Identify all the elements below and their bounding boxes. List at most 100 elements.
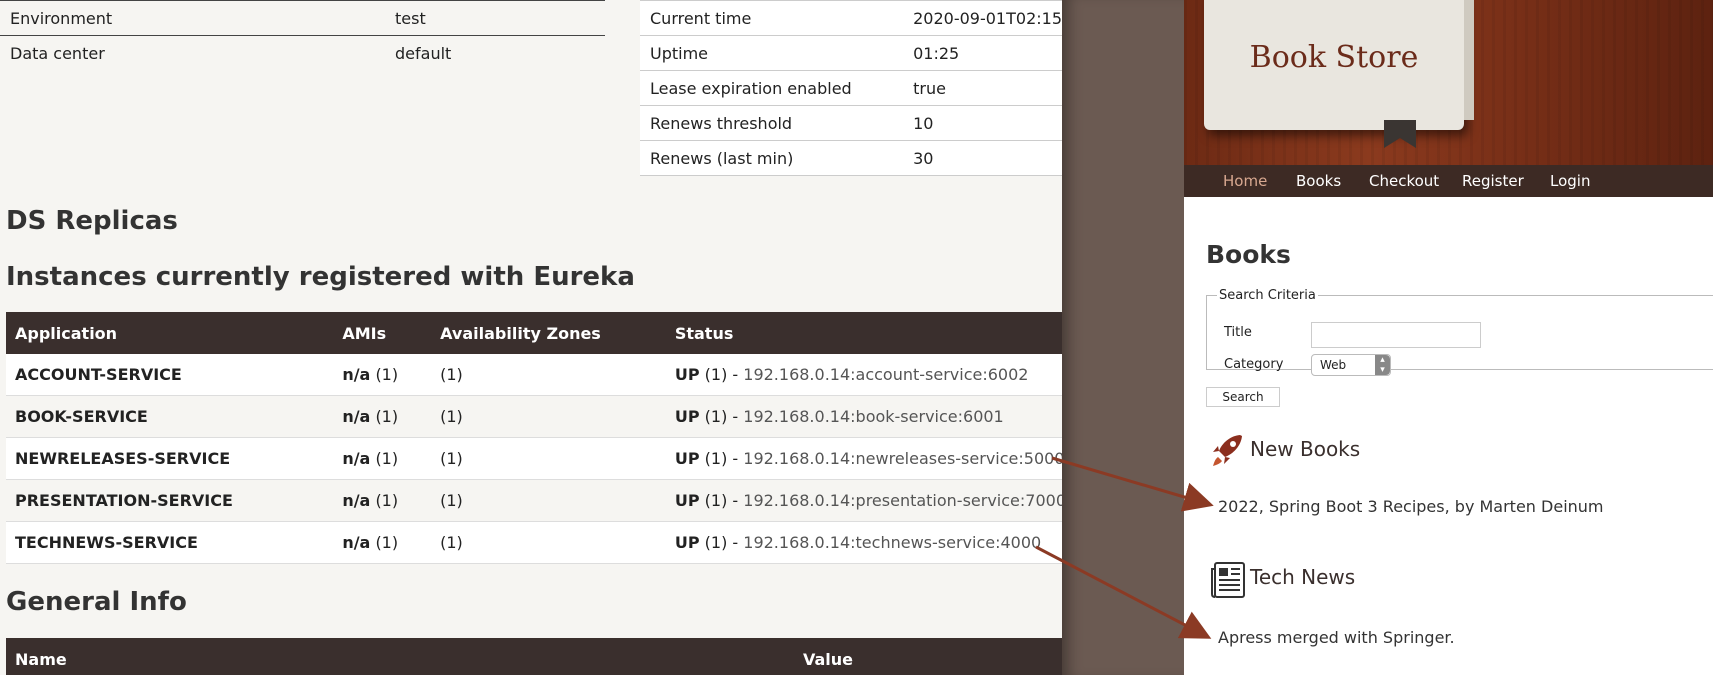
ami-count: (1) bbox=[375, 491, 399, 510]
status-table: Current time 2020-09-01T02:15 Uptime 01:… bbox=[640, 0, 1062, 176]
tech-news-item: Apress merged with Springer. bbox=[1218, 628, 1455, 647]
ami-label: n/a bbox=[342, 533, 371, 552]
status-value: 10 bbox=[903, 105, 1062, 141]
ami-label: n/a bbox=[342, 407, 371, 426]
banner-title: Book Store bbox=[1249, 40, 1419, 75]
amis-cell: n/a (1) bbox=[333, 354, 432, 396]
status-key: Renews (last min) bbox=[640, 140, 904, 176]
status-value: 2020-09-01T02:15 bbox=[903, 0, 1062, 36]
status-cell: UP (1) - 192.168.0.14:technews-service:4… bbox=[665, 521, 1062, 564]
zones-cell: (1) bbox=[431, 437, 666, 480]
status-count: (1) - bbox=[704, 533, 739, 552]
table-row: PRESENTATION-SERVICE n/a (1) (1) UP (1) … bbox=[6, 479, 1062, 522]
book-logo: Book Store bbox=[1204, 0, 1474, 130]
ami-count: (1) bbox=[375, 407, 399, 426]
status-up: UP bbox=[674, 533, 700, 552]
amis-cell: n/a (1) bbox=[333, 479, 432, 522]
general-info-header-row: Name Value bbox=[6, 638, 1062, 675]
nav-home[interactable]: Home bbox=[1223, 172, 1267, 190]
instance-link[interactable]: 192.168.0.14:presentation-service:7000 bbox=[743, 491, 1062, 510]
env-row: Data center default bbox=[0, 36, 605, 71]
page-title: Books bbox=[1206, 240, 1291, 269]
zones-cell: (1) bbox=[431, 395, 666, 438]
status-cell: UP (1) - 192.168.0.14:book-service:6001 bbox=[665, 395, 1062, 438]
category-label: Category bbox=[1224, 357, 1284, 372]
table-row: BOOK-SERVICE n/a (1) (1) UP (1) - 192.16… bbox=[6, 395, 1062, 438]
status-row: Uptime 01:25 bbox=[640, 35, 1062, 71]
status-up: UP bbox=[674, 365, 700, 384]
amis-cell: n/a (1) bbox=[333, 437, 432, 480]
nav-books[interactable]: Books bbox=[1296, 172, 1341, 190]
column-header-value: Value bbox=[803, 650, 854, 669]
instance-link[interactable]: 192.168.0.14:book-service:6001 bbox=[743, 407, 1003, 426]
zones-cell: (1) bbox=[431, 521, 666, 564]
bookmark-ribbon bbox=[1384, 120, 1416, 148]
title-label: Title bbox=[1224, 325, 1252, 340]
column-header-name: Name bbox=[15, 650, 67, 669]
store-banner: Book Store bbox=[1184, 0, 1713, 165]
zones-cell: (1) bbox=[431, 354, 666, 396]
status-cell: UP (1) - 192.168.0.14:account-service:60… bbox=[665, 354, 1062, 396]
instance-link[interactable]: 192.168.0.14:newreleases-service:5000 bbox=[743, 449, 1062, 468]
title-input[interactable] bbox=[1311, 322, 1481, 348]
divider-band bbox=[1062, 0, 1184, 675]
new-book-item: 2022, Spring Boot 3 Recipes, by Marten D… bbox=[1218, 497, 1604, 516]
nav-checkout[interactable]: Checkout bbox=[1369, 172, 1439, 190]
env-value: test bbox=[385, 0, 605, 36]
environment-table: Environment test Data center default bbox=[0, 0, 605, 70]
table-row: ACCOUNT-SERVICE n/a (1) (1) UP (1) - 192… bbox=[6, 354, 1062, 396]
status-up: UP bbox=[674, 449, 700, 468]
instances-table: Application AMIs Availability Zones Stat… bbox=[6, 312, 1062, 564]
rocket-icon bbox=[1213, 435, 1242, 466]
general-info-heading: General Info bbox=[6, 587, 187, 617]
status-value: 01:25 bbox=[903, 35, 1062, 71]
column-header-status: Status bbox=[665, 312, 1062, 354]
status-key: Lease expiration enabled bbox=[640, 70, 904, 106]
status-up: UP bbox=[674, 491, 700, 510]
application-name: ACCOUNT-SERVICE bbox=[6, 354, 334, 396]
application-name: PRESENTATION-SERVICE bbox=[6, 479, 334, 522]
instances-heading: Instances currently registered with Eure… bbox=[6, 262, 635, 292]
search-button[interactable]: Search bbox=[1206, 387, 1280, 407]
search-criteria: Search Criteria Title Category Web ▴ ▾ bbox=[1206, 288, 1713, 376]
column-header-amis: AMIs bbox=[333, 312, 432, 354]
category-value: Web bbox=[1320, 358, 1347, 372]
status-key: Current time bbox=[640, 0, 904, 36]
nav-register[interactable]: Register bbox=[1462, 172, 1524, 190]
new-books-heading: New Books bbox=[1250, 437, 1361, 461]
status-cell: UP (1) - 192.168.0.14:newreleases-servic… bbox=[665, 437, 1062, 480]
ami-label: n/a bbox=[342, 491, 371, 510]
main-nav: Home Books Checkout Register Login bbox=[1184, 165, 1713, 197]
application-name: NEWRELEASES-SERVICE bbox=[6, 437, 334, 480]
nav-login[interactable]: Login bbox=[1550, 172, 1590, 190]
status-count: (1) - bbox=[704, 449, 739, 468]
ami-label: n/a bbox=[342, 365, 371, 384]
select-arrows-icon: ▴ ▾ bbox=[1375, 355, 1390, 375]
ds-replicas-heading: DS Replicas bbox=[6, 206, 178, 236]
instance-link[interactable]: 192.168.0.14:technews-service:4000 bbox=[743, 533, 1041, 552]
column-header-availability-zones: Availability Zones bbox=[431, 312, 666, 354]
category-select[interactable]: Web ▴ ▾ bbox=[1311, 354, 1391, 376]
tech-news-heading: Tech News bbox=[1250, 565, 1356, 589]
eureka-dashboard: Environment test Data center default Cur… bbox=[0, 0, 1062, 675]
ami-count: (1) bbox=[375, 449, 399, 468]
env-value: default bbox=[395, 43, 452, 63]
amis-cell: n/a (1) bbox=[333, 395, 432, 438]
env-key: Data center bbox=[10, 43, 105, 63]
status-row: Lease expiration enabled true bbox=[640, 70, 1062, 106]
status-row: Current time 2020-09-01T02:15 bbox=[640, 0, 1062, 36]
ami-label: n/a bbox=[342, 449, 371, 468]
ami-count: (1) bbox=[375, 365, 399, 384]
status-cell: UP (1) - 192.168.0.14:presentation-servi… bbox=[665, 479, 1062, 522]
table-row: NEWRELEASES-SERVICE n/a (1) (1) UP (1) -… bbox=[6, 437, 1062, 480]
zones-cell: (1) bbox=[431, 479, 666, 522]
status-key: Uptime bbox=[640, 35, 904, 71]
application-name: TECHNEWS-SERVICE bbox=[6, 521, 334, 564]
env-key: Environment bbox=[0, 0, 385, 36]
instance-link[interactable]: 192.168.0.14:account-service:6002 bbox=[743, 365, 1028, 384]
status-value: 30 bbox=[903, 140, 1062, 176]
status-row: Renews (last min) 30 bbox=[640, 140, 1062, 176]
status-count: (1) - bbox=[704, 407, 739, 426]
table-row: TECHNEWS-SERVICE n/a (1) (1) UP (1) - 19… bbox=[6, 521, 1062, 564]
search-criteria-legend: Search Criteria bbox=[1219, 288, 1316, 303]
